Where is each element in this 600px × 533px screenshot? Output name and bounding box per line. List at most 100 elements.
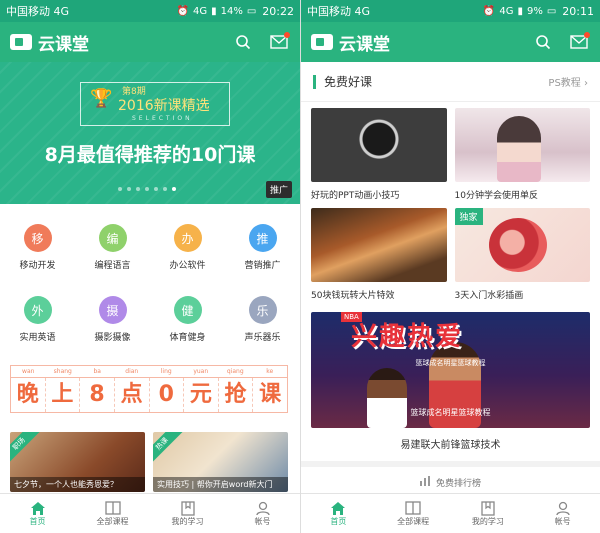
signal-icon: ▮ <box>517 5 523 17</box>
carousel-dot[interactable] <box>118 187 122 191</box>
card-caption: 七夕节，一个人也能秀恩爱？ <box>10 477 145 492</box>
hanzi: 晚 <box>11 378 46 412</box>
app-bar: 云课堂 <box>0 22 300 62</box>
nav-all-courses[interactable]: 全部课程 <box>376 494 451 533</box>
more-label: PS教程 <box>548 78 581 89</box>
course-card[interactable]: 10分钟学会使用单反 <box>454 108 590 208</box>
featured-course-banner[interactable]: NBA 兴趣热爱 篮球成名明星篮球教程 篮球成名明星篮球教程 <box>311 312 590 428</box>
carousel-dot[interactable] <box>154 187 158 191</box>
nav-label: 首页 <box>29 517 46 526</box>
message-icon[interactable] <box>568 31 590 53</box>
pinyin: qiang <box>226 368 244 375</box>
alarm-icon: ⏰ <box>482 5 496 17</box>
search-icon[interactable] <box>232 31 254 53</box>
section-more-link[interactable]: PS教程 › <box>548 74 588 89</box>
chart-icon <box>419 475 430 489</box>
evening-promo[interactable]: wan shang ba dian ling yuan qiang ke 晚 上… <box>10 365 288 415</box>
category-icon: 乐 <box>248 296 277 324</box>
card-ribbon: 职场 <box>10 432 40 465</box>
nav-my-study[interactable]: 我的学习 <box>150 494 225 533</box>
category-fitness[interactable]: 健体育健身 <box>150 296 225 354</box>
category-icon: 编 <box>98 224 127 252</box>
book-icon <box>405 500 421 516</box>
nav-account[interactable]: 帐号 <box>525 494 600 533</box>
category-programming[interactable]: 编编程语言 <box>75 224 150 282</box>
nav-account[interactable]: 帐号 <box>225 494 300 533</box>
hanzi: 上 <box>46 378 81 412</box>
bottom-nav: 首页 全部课程 我的学习 帐号 <box>0 493 300 533</box>
exclusive-badge: 独家 <box>454 208 483 225</box>
course-card[interactable]: 独家 3天入门水彩插画 <box>454 208 590 308</box>
nav-all-courses[interactable]: 全部课程 <box>75 494 150 533</box>
pinyin: wan <box>22 368 35 375</box>
category-icon: 办 <box>173 224 202 252</box>
category-icon: 推 <box>248 224 277 252</box>
category-english[interactable]: 外实用英语 <box>0 296 75 354</box>
pinyin: dian <box>125 368 139 375</box>
pinyin: ba <box>93 368 102 375</box>
hanzi: 抢 <box>219 378 254 412</box>
promo-banner[interactable]: 🏆 第8期 2016新课精选 SELECTION 8月最值得推荐的10门课 推广 <box>0 62 300 204</box>
nav-home[interactable]: 首页 <box>0 494 75 533</box>
course-card[interactable]: 热课 实用技巧 | 帮你开启word新大门 <box>153 432 288 492</box>
logo-icon <box>311 34 333 50</box>
carrier-text: 中国移动 4G <box>307 5 371 18</box>
status-icons: ⏰ 4G ▮ 14% ▭ <box>177 6 257 17</box>
pinyin: ling <box>160 368 172 375</box>
message-icon[interactable] <box>268 31 290 53</box>
pinyin: shang <box>53 368 72 375</box>
hanzi: 元 <box>184 378 219 412</box>
hanzi: 课 <box>259 382 282 407</box>
category-mobile-dev[interactable]: 移移动开发 <box>0 224 75 282</box>
banner-slogan: 篮球成名明星篮球教程 <box>415 359 486 367</box>
category-label: 声乐器乐 <box>244 333 281 343</box>
nav-label: 首页 <box>330 517 347 526</box>
battery-icon: ▭ <box>546 5 557 17</box>
category-music[interactable]: 乐声乐器乐 <box>225 296 300 354</box>
category-icon: 健 <box>173 296 202 324</box>
category-photography[interactable]: 摄摄影摄像 <box>75 296 150 354</box>
carousel-dot-active[interactable] <box>172 187 176 191</box>
study-icon <box>180 500 195 516</box>
category-label: 实用英语 <box>19 333 56 343</box>
card-ribbon: 热课 <box>153 432 183 465</box>
nav-label: 我的学习 <box>471 517 504 526</box>
logo-icon <box>10 34 32 50</box>
status-bar: 中国移动 4G ⏰ 4G ▮ 9% ▭ 20:11 <box>301 0 600 22</box>
study-icon <box>481 500 495 516</box>
course-card[interactable]: 50块钱玩转大片特效 <box>311 208 447 308</box>
chevron-right-icon: › <box>584 78 588 89</box>
course-thumbnail <box>311 108 447 182</box>
category-label: 摄影摄像 <box>94 333 131 343</box>
category-marketing[interactable]: 推营销推广 <box>225 224 300 282</box>
carousel-dot[interactable] <box>163 187 167 191</box>
pinyin: ke <box>266 368 274 375</box>
nav-my-study[interactable]: 我的学习 <box>451 494 526 533</box>
category-icon: 移 <box>23 224 52 252</box>
carousel-dot[interactable] <box>136 187 140 191</box>
banner-selection: SELECTION <box>132 115 193 122</box>
course-title: 好玩的PPT动画小技巧 <box>311 191 400 201</box>
nav-home[interactable]: 首页 <box>301 494 376 533</box>
carousel-dot[interactable] <box>127 187 131 191</box>
hanzi-row: 晚 上 8 点 0 元 抢 课 <box>10 377 288 413</box>
search-icon[interactable] <box>532 31 554 53</box>
promo-tag: 推广 <box>265 181 292 198</box>
category-office[interactable]: 办办公软件 <box>150 224 225 282</box>
course-thumbnail: 独家 <box>454 208 590 282</box>
category-label: 移动开发 <box>19 261 56 271</box>
course-card[interactable]: 好玩的PPT动画小技巧 <box>311 108 447 208</box>
pinyin-row: wan shang ba dian ling yuan qiang ke <box>10 365 288 377</box>
course-card[interactable]: 职场 七夕节，一个人也能秀恩爱？ <box>10 432 145 492</box>
carousel-dot[interactable] <box>145 187 149 191</box>
featured-cards: 职场 七夕节，一个人也能秀恩爱？ 热课 实用技巧 | 帮你开启word新大门 <box>10 432 288 492</box>
banner-subtitle: 2016新课精选 <box>118 98 210 114</box>
screen-home-left: 中国移动 4G ⏰ 4G ▮ 14% ▭ 20:22 云课堂 🏆 第8期 201… <box>0 0 300 533</box>
card-caption: 实用技巧 | 帮你开启word新大门 <box>153 477 288 492</box>
course-title: 10分钟学会使用单反 <box>454 191 538 201</box>
featured-course-title: 易建联大前锋篮球技术 <box>400 440 501 451</box>
category-icon: 摄 <box>98 296 127 324</box>
carousel-dots[interactable] <box>118 187 176 191</box>
battery-text: 9% <box>526 5 543 17</box>
bottom-nav: 首页 全部课程 我的学习 帐号 <box>301 493 600 533</box>
